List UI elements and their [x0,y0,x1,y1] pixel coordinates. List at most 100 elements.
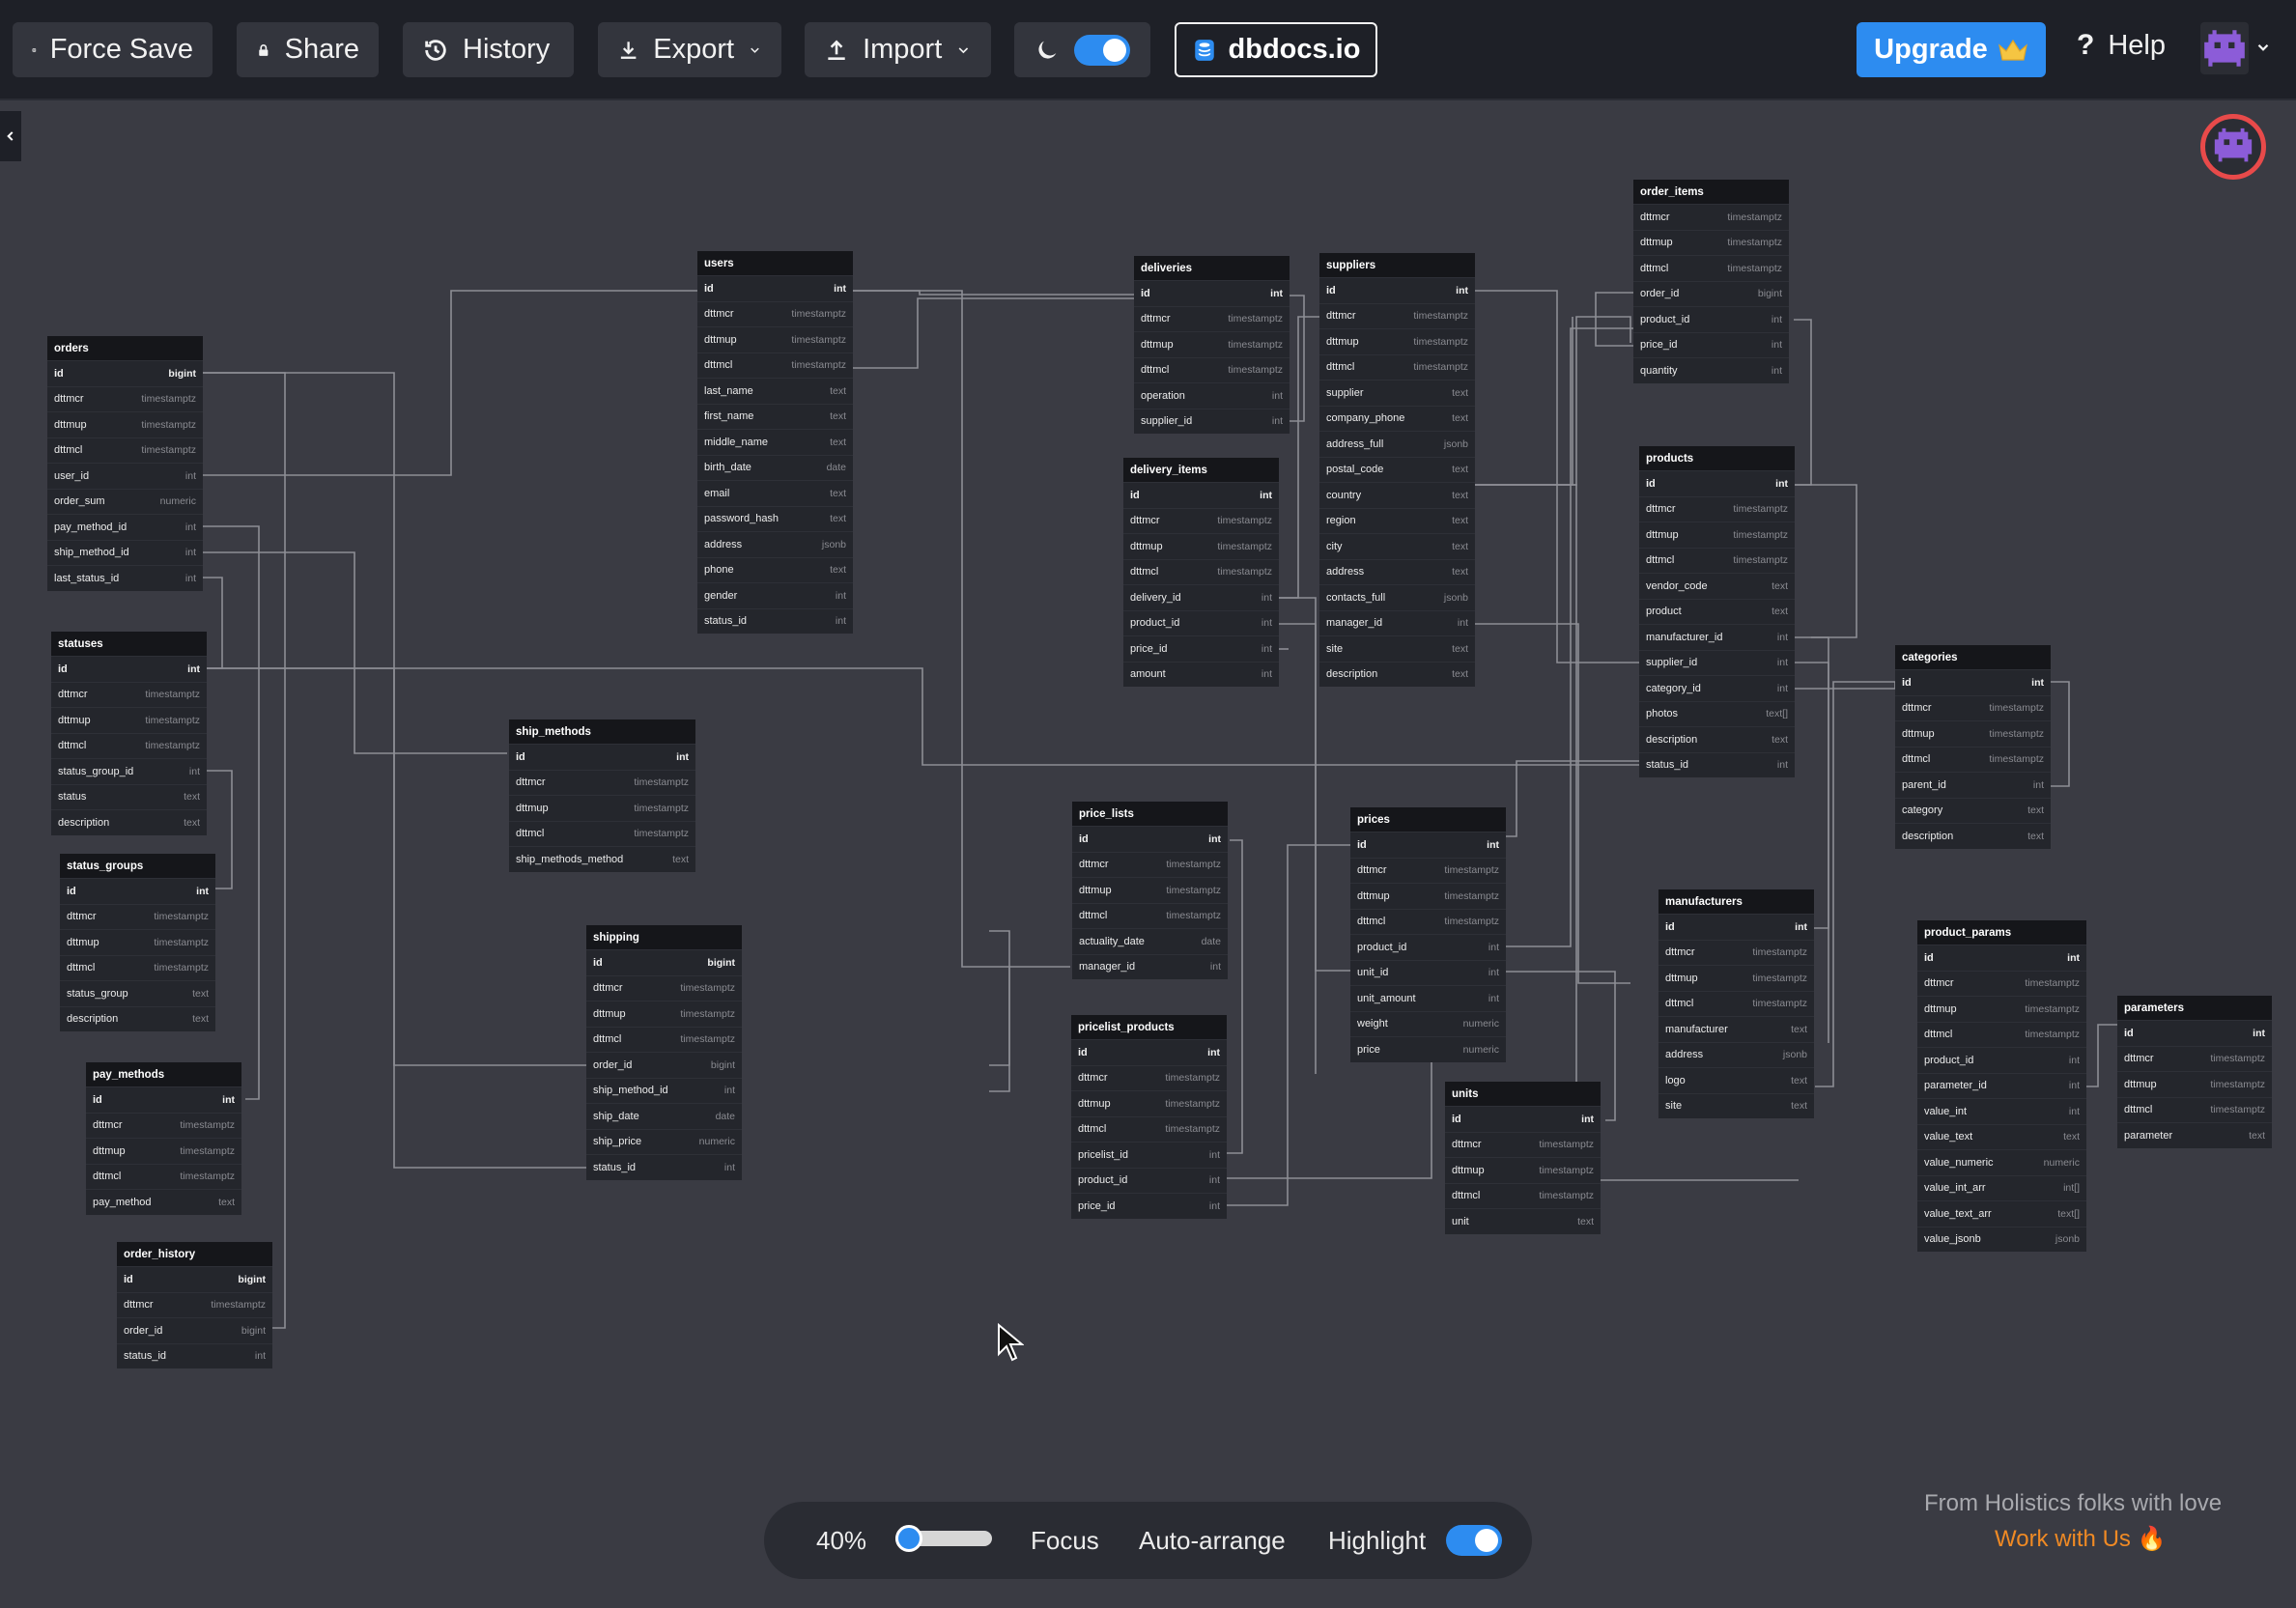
table-column[interactable]: ship_methods_method text [509,846,695,872]
table-column[interactable]: dttmup timestamptz [509,795,695,821]
table-column[interactable]: dttmcl timestamptz [51,732,207,759]
table-column[interactable]: dttmcr timestamptz [2117,1045,2272,1072]
table-column[interactable]: supplier_id int [1134,408,1290,435]
table-column[interactable]: dttmcr timestamptz [1639,495,1795,522]
table-column[interactable]: gender int [697,582,853,608]
table-column[interactable]: site text [1319,635,1475,662]
table-column[interactable]: dttmcr timestamptz [1350,857,1506,884]
table-column[interactable]: dttmcr timestamptz [1072,851,1228,878]
table-header[interactable]: categories [1895,645,2051,669]
table-column[interactable]: unit_amount int [1350,985,1506,1011]
table-column[interactable]: status_group_id int [51,758,207,784]
table-status-groups[interactable]: status_groups id int dttmcr timestamptz dttmu… [60,854,215,1031]
table-units[interactable]: units id int dttmcr timestamptz dttmup timesta… [1445,1082,1601,1234]
table-column[interactable]: id int [1134,280,1290,306]
table-header[interactable]: delivery_items [1123,458,1279,482]
table-column[interactable]: weight numeric [1350,1010,1506,1037]
table-column[interactable]: order_id bigint [117,1317,272,1343]
table-column[interactable]: dttmcr timestamptz [1633,204,1789,230]
table-header[interactable]: ship_methods [509,719,695,744]
table-header[interactable]: order_history [117,1242,272,1266]
table-header[interactable]: manufacturers [1658,889,1814,914]
table-column[interactable]: dttmup timestamptz [86,1138,241,1164]
table-column[interactable]: price_id int [1071,1193,1227,1219]
table-column[interactable]: value_int_arr int[] [1917,1174,2086,1201]
table-column[interactable]: dttmcr timestamptz [1071,1064,1227,1091]
table-column[interactable]: dttmcr timestamptz [47,385,203,412]
table-column[interactable]: product_id int [1350,934,1506,960]
table-column[interactable]: dttmcr timestamptz [586,974,742,1001]
table-column[interactable]: first_name text [697,403,853,430]
table-column[interactable]: dttmup timestamptz [51,707,207,733]
table-column[interactable]: id int [509,744,695,770]
table-column[interactable]: parent_id int [1895,772,2051,798]
table-shipping[interactable]: shipping id bigint dttmcr timestamptz dttmup t… [586,925,742,1180]
table-column[interactable]: address text [1319,558,1475,585]
table-column[interactable]: password_hash text [697,505,853,532]
user-avatar[interactable] [2200,21,2249,75]
table-column[interactable]: dttmcl timestamptz [1350,908,1506,935]
table-column[interactable]: price numeric [1350,1036,1506,1062]
table-header[interactable]: order_items [1633,180,1789,204]
table-column[interactable]: id int [1895,669,2051,695]
table-column[interactable]: product text [1639,598,1795,625]
table-column[interactable]: product_id int [1917,1047,2086,1073]
table-column[interactable]: dttmcl timestamptz [60,954,215,981]
table-column[interactable]: price_id int [1123,635,1279,662]
table-column[interactable]: quantity int [1633,357,1789,383]
import-button[interactable]: Import [805,22,991,77]
table-column[interactable]: last_status_id int [47,565,203,591]
upgrade-button[interactable]: Upgrade [1857,22,2046,77]
table-column[interactable]: description text [1319,661,1475,688]
table-column[interactable]: product_id int [1071,1167,1227,1194]
table-column[interactable]: address jsonb [1658,1041,1814,1068]
table-column[interactable]: company_phone text [1319,405,1475,432]
table-column[interactable]: dttmup timestamptz [1071,1090,1227,1116]
table-column[interactable]: dttmcr timestamptz [1658,939,1814,966]
table-prices[interactable]: prices id int dttmcr timestamptz dttmup timest… [1350,807,1506,1062]
table-column[interactable]: dttmcr timestamptz [1445,1131,1601,1158]
table-column[interactable]: contacts_full jsonb [1319,584,1475,610]
table-column[interactable]: supplier_id int [1639,649,1795,676]
table-column[interactable]: ship_price numeric [586,1128,742,1155]
dark-mode-switch[interactable] [1074,34,1130,66]
table-column[interactable]: value_int int [1917,1098,2086,1124]
table-column[interactable]: dttmcr timestamptz [509,769,695,796]
table-column[interactable]: dttmcl timestamptz [1123,558,1279,585]
table-column[interactable]: status_group text [60,980,215,1006]
table-column[interactable]: description text [51,809,207,835]
table-column[interactable]: dttmcr timestamptz [1319,302,1475,329]
table-column[interactable]: parameter_id int [1917,1072,2086,1099]
table-column[interactable]: birth_date date [697,454,853,481]
table-column[interactable]: actuality_date date [1072,928,1228,954]
table-column[interactable]: dttmcr timestamptz [1895,694,2051,721]
table-column[interactable]: last_name text [697,378,853,404]
table-products[interactable]: products id int dttmcr timestamptz dttmup time… [1639,446,1795,777]
table-column[interactable]: dttmcr timestamptz [117,1291,272,1318]
table-column[interactable]: pricelist_id int [1071,1142,1227,1168]
table-column[interactable]: dttmcr timestamptz [1134,305,1290,332]
table-parameters[interactable]: parameters id int dttmcr timestamptz dttmup ti… [2117,996,2272,1148]
table-column[interactable]: dttmcl timestamptz [1445,1182,1601,1209]
table-column[interactable]: dttmcl timestamptz [1917,1021,2086,1048]
table-header[interactable]: prices [1350,807,1506,832]
table-column[interactable]: status_id int [117,1342,272,1369]
table-product-params[interactable]: product_params id int dttmcr timestamptz dttm… [1917,920,2086,1252]
help-button[interactable]: ? Help [2077,29,2166,62]
table-column[interactable]: id int [1639,470,1795,496]
table-column[interactable]: dttmcr timestamptz [1917,970,2086,997]
table-column[interactable]: price_id int [1633,331,1789,358]
table-column[interactable]: dttmup timestamptz [1445,1157,1601,1183]
table-column[interactable]: dttmcl timestamptz [1658,990,1814,1017]
table-suppliers[interactable]: suppliers id int dttmcr timestamptz dttmup tim… [1319,253,1475,687]
table-column[interactable]: value_text_arr text[] [1917,1200,2086,1227]
table-column[interactable]: dttmup timestamptz [1639,522,1795,548]
table-column[interactable]: id int [1917,945,2086,971]
table-column[interactable]: id int [51,656,207,682]
table-column[interactable]: postal_code text [1319,456,1475,483]
table-column[interactable]: dttmcr timestamptz [697,300,853,327]
table-pricelist-products[interactable]: pricelist_products id int dttmcr timestamptz… [1071,1015,1227,1219]
table-column[interactable]: description text [60,1005,215,1032]
table-column[interactable]: ship_date date [586,1103,742,1129]
table-column[interactable]: dttmup timestamptz [47,411,203,437]
